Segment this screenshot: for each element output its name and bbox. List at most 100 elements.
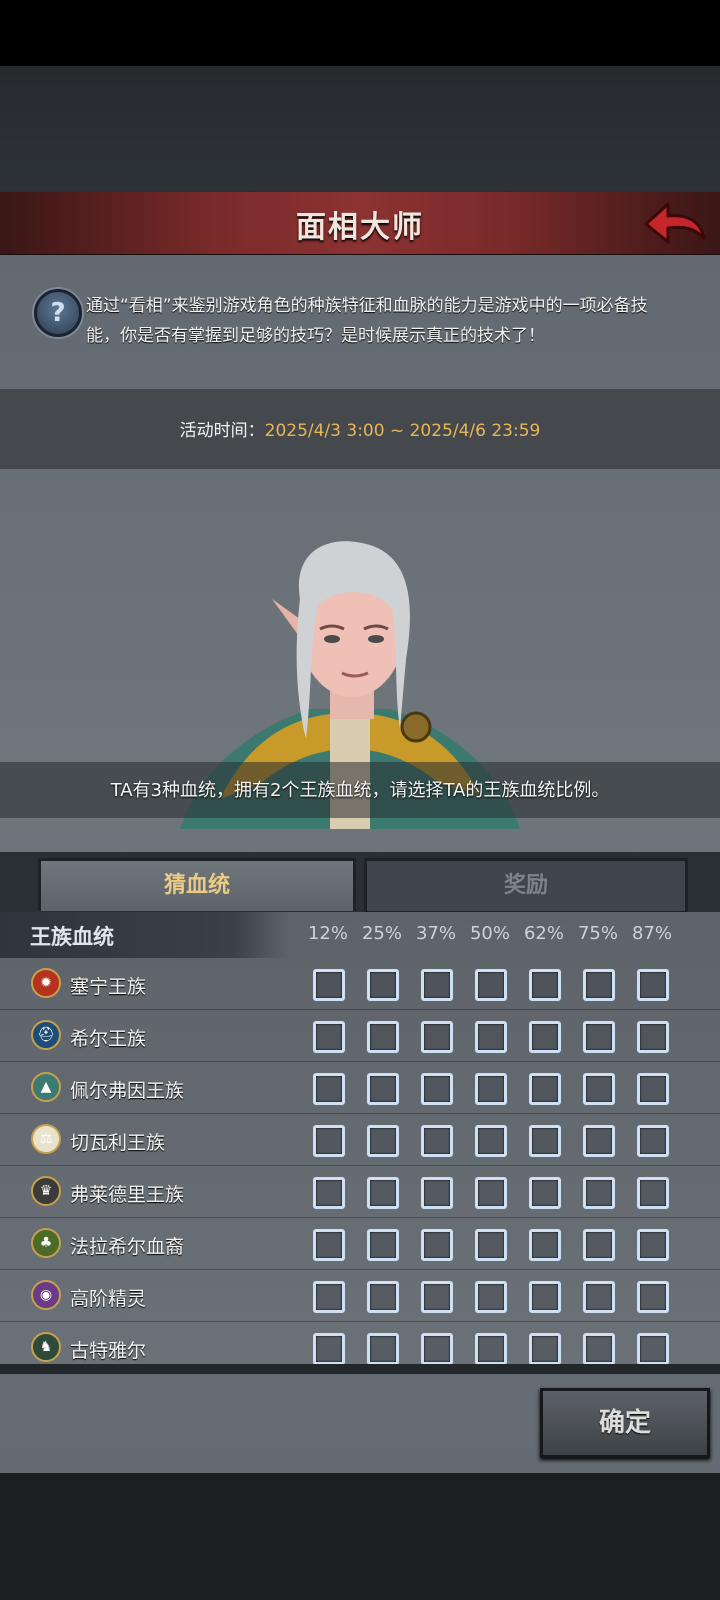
bloodline-name: 古特雅尔 (70, 1340, 147, 1362)
checkbox-62[interactable] (529, 1281, 561, 1313)
percent-cell (410, 1218, 462, 1270)
checkbox-12[interactable] (313, 1333, 345, 1364)
checkbox-50[interactable] (475, 1073, 507, 1105)
bloodline-name: 塞宁王族 (70, 976, 147, 998)
bloodline-name: 佩尔弗因王族 (70, 1080, 185, 1102)
percent-cell (302, 1062, 354, 1114)
percent-cell (356, 1114, 408, 1166)
event-time-bar: 活动时间：2025/4/3 3:00 ~ 2025/4/6 23:59 (0, 389, 720, 469)
checkbox-37[interactable] (421, 1073, 453, 1105)
status-bar-area (0, 0, 720, 66)
percent-cell (464, 1166, 516, 1218)
percent-cell (356, 1218, 408, 1270)
percent-cell (518, 1010, 570, 1062)
checkbox-25[interactable] (367, 1177, 399, 1209)
percent-cell (464, 958, 516, 1010)
checkbox-62[interactable] (529, 1333, 561, 1364)
checkbox-62[interactable] (529, 1229, 561, 1261)
helm-crest-icon: ⛑ (31, 1020, 61, 1050)
checkbox-25[interactable] (367, 1021, 399, 1053)
percent-cell (356, 1322, 408, 1364)
checkbox-37[interactable] (421, 1281, 453, 1313)
scales-crest-icon: ⚖ (31, 1124, 61, 1154)
checkbox-37[interactable] (421, 1229, 453, 1261)
checkbox-87[interactable] (637, 1281, 669, 1313)
checkbox-25[interactable] (367, 1073, 399, 1105)
checkbox-75[interactable] (583, 1021, 615, 1053)
percent-cell (626, 1166, 678, 1218)
checkbox-25[interactable] (367, 969, 399, 1001)
bloodline-table[interactable]: 王族血统 12% 25% 37% 50% 62% 75% 87% ✹ 塞宁王族 ⛑ 希尔王族 ▲ 佩尔… (0, 912, 720, 1364)
checkbox-87[interactable] (637, 1229, 669, 1261)
checkbox-62[interactable] (529, 969, 561, 1001)
checkbox-62[interactable] (529, 1073, 561, 1105)
checkbox-37[interactable] (421, 1125, 453, 1157)
checkbox-87[interactable] (637, 1021, 669, 1053)
checkbox-87[interactable] (637, 969, 669, 1001)
checkbox-62[interactable] (529, 1125, 561, 1157)
checkbox-75[interactable] (583, 1281, 615, 1313)
percent-cell (518, 1218, 570, 1270)
tab-guess-bloodline[interactable]: 猜血统 (38, 858, 356, 911)
checkbox-25[interactable] (367, 1333, 399, 1364)
checkbox-12[interactable] (313, 969, 345, 1001)
checkbox-37[interactable] (421, 969, 453, 1001)
event-description: 通过“看相”来鉴别游戏角色的种族特征和血脉的能力是游戏中的一项必备技能，你是否有… (86, 296, 648, 346)
checkbox-25[interactable] (367, 1281, 399, 1313)
checkbox-12[interactable] (313, 1281, 345, 1313)
checkbox-50[interactable] (475, 1177, 507, 1209)
checkbox-87[interactable] (637, 1177, 669, 1209)
checkbox-50[interactable] (475, 1125, 507, 1157)
percent-cell (410, 1114, 462, 1166)
checkbox-75[interactable] (583, 1177, 615, 1209)
checkbox-62[interactable] (529, 1021, 561, 1053)
top-backdrop (0, 66, 720, 192)
checkbox-87[interactable] (637, 1073, 669, 1105)
percent-cell (356, 1010, 408, 1062)
checkbox-25[interactable] (367, 1229, 399, 1261)
bloodline-name-cell: ⚖ 切瓦利王族 (0, 1114, 300, 1166)
checkbox-87[interactable] (637, 1333, 669, 1364)
checkbox-12[interactable] (313, 1125, 345, 1157)
bloodline-row: ♛ 弗莱德里王族 (0, 1166, 720, 1218)
checkbox-37[interactable] (421, 1333, 453, 1364)
percent-cell (410, 1166, 462, 1218)
percent-cell (572, 1166, 624, 1218)
question-prompt: TA有3种血统，拥有2个王族血统，请选择TA的王族血统比例。 (110, 780, 610, 801)
checkbox-12[interactable] (313, 1073, 345, 1105)
percent-header-75: 75% (577, 923, 618, 944)
help-icon[interactable]: ? (34, 289, 82, 337)
percent-cell (518, 1166, 570, 1218)
checkbox-75[interactable] (583, 1125, 615, 1157)
percent-header-37: 37% (415, 923, 456, 944)
tab-rewards[interactable]: 奖励 (364, 858, 688, 914)
percent-cell (302, 1322, 354, 1364)
percent-header-25: 25% (361, 923, 402, 944)
checkbox-75[interactable] (583, 1073, 615, 1105)
bloodline-name-cell: ◉ 高阶精灵 (0, 1270, 300, 1322)
checkbox-50[interactable] (475, 1021, 507, 1053)
back-arrow-icon (644, 202, 706, 244)
event-time-label: 活动时间： (179, 421, 265, 441)
checkbox-87[interactable] (637, 1125, 669, 1157)
percent-cell (518, 1270, 570, 1322)
checkbox-75[interactable] (583, 969, 615, 1001)
checkbox-50[interactable] (475, 1333, 507, 1364)
checkbox-37[interactable] (421, 1177, 453, 1209)
bloodline-name: 法拉希尔血裔 (70, 1236, 185, 1258)
checkbox-75[interactable] (583, 1333, 615, 1364)
checkbox-75[interactable] (583, 1229, 615, 1261)
back-button[interactable] (642, 196, 706, 250)
checkbox-12[interactable] (313, 1229, 345, 1261)
checkbox-50[interactable] (475, 1229, 507, 1261)
confirm-button[interactable]: 确定 (540, 1388, 710, 1458)
checkbox-62[interactable] (529, 1177, 561, 1209)
checkbox-37[interactable] (421, 1021, 453, 1053)
checkbox-12[interactable] (313, 1177, 345, 1209)
checkbox-12[interactable] (313, 1021, 345, 1053)
checkbox-50[interactable] (475, 1281, 507, 1313)
page-title: 面相大师 (296, 210, 424, 245)
checkbox-50[interactable] (475, 969, 507, 1001)
title-bar: 面相大师 (0, 192, 720, 257)
checkbox-25[interactable] (367, 1125, 399, 1157)
